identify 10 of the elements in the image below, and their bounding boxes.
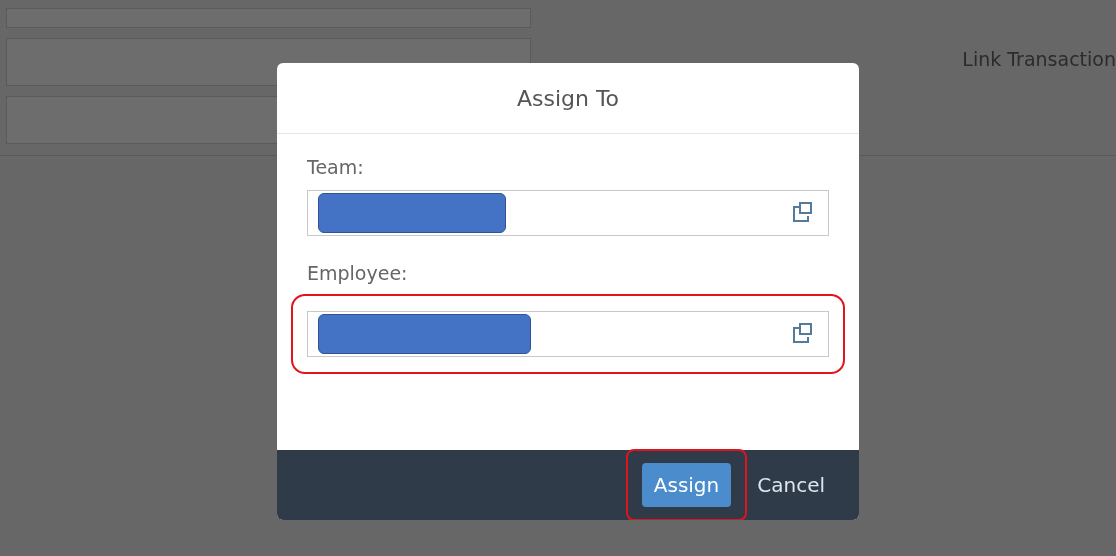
- link-label: Link Transaction: [962, 48, 1116, 72]
- assign-button[interactable]: Assign: [641, 463, 732, 507]
- dialog-title: Assign To: [516, 85, 620, 111]
- value-help-icon[interactable]: [790, 322, 814, 346]
- input-field[interactable]: [307, 190, 829, 236]
- cancel-button[interactable]: Cancel: [757, 473, 825, 497]
- field-label: Team:: [306, 156, 365, 178]
- input-field[interactable]: [307, 311, 829, 357]
- value-help-icon[interactable]: [790, 201, 814, 225]
- field-label: Employee:: [306, 262, 409, 284]
